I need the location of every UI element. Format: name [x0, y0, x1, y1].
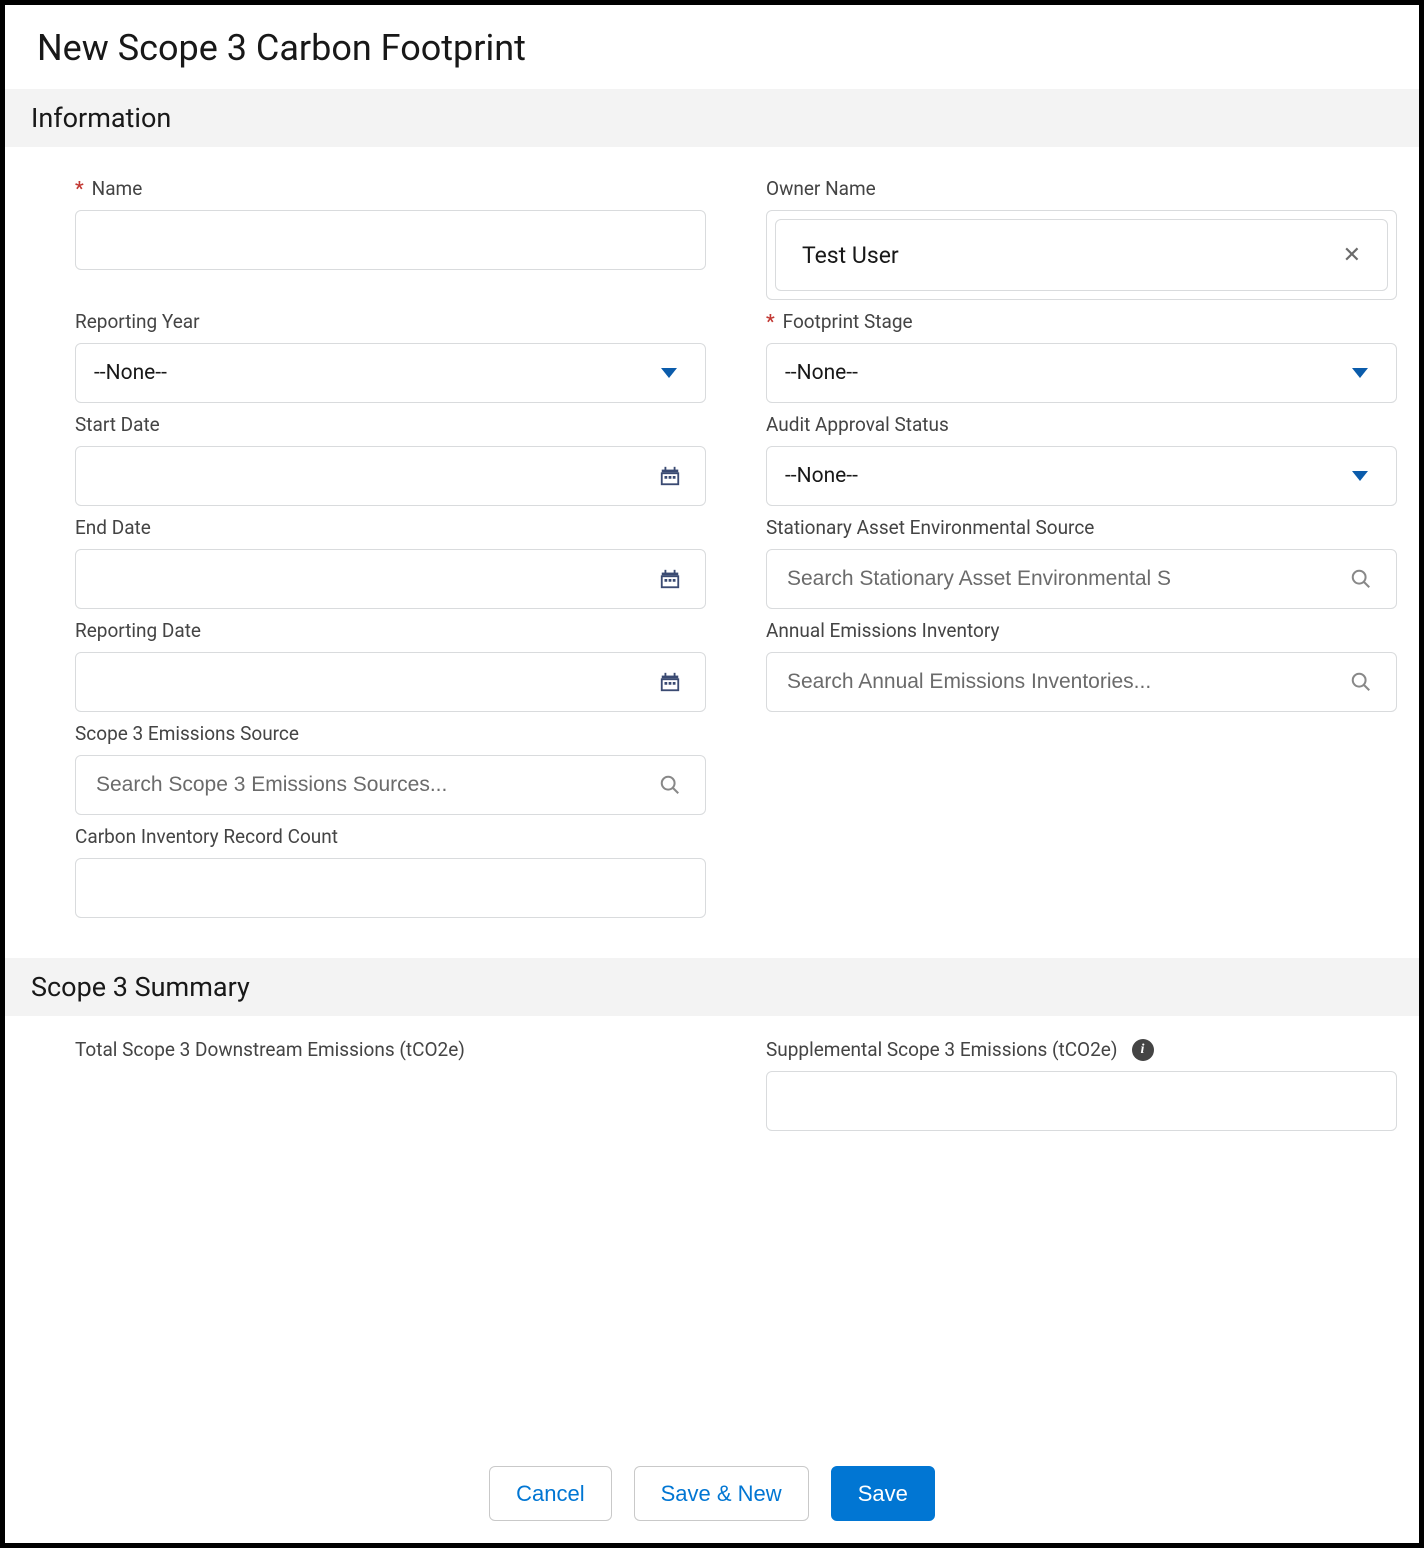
field-supplemental: Supplemental Scope 3 Emissions (tCO2e) i — [766, 1038, 1397, 1131]
audit-approval-select[interactable]: --None-- — [766, 446, 1397, 506]
page-title: New Scope 3 Carbon Footprint — [5, 27, 1419, 89]
field-owner-name: Owner Name Test User ✕ — [766, 177, 1397, 300]
name-input-wrap — [75, 210, 706, 270]
scope3-source-input[interactable] — [94, 772, 687, 798]
owner-name-value: Test User — [802, 242, 899, 269]
footprint-stage-value: --None-- — [785, 361, 858, 385]
annual-inventory-lookup[interactable] — [766, 652, 1397, 712]
summary-form: Total Scope 3 Downstream Emissions (tCO2… — [5, 1016, 1419, 1171]
search-icon[interactable] — [659, 774, 681, 796]
reporting-date-input[interactable] — [75, 652, 706, 712]
owner-name-pill[interactable]: Test User ✕ — [775, 219, 1388, 291]
required-asterisk: * — [75, 177, 84, 200]
section-header-summary: Scope 3 Summary — [5, 958, 1419, 1016]
search-icon[interactable] — [1350, 671, 1372, 693]
section-header-information: Information — [5, 89, 1419, 147]
reporting-date-text[interactable] — [94, 669, 687, 695]
calendar-icon[interactable] — [659, 465, 681, 487]
field-footprint-stage: *Footprint Stage --None-- — [766, 310, 1397, 403]
record-count-input[interactable] — [94, 875, 687, 901]
save-button[interactable]: Save — [831, 1466, 935, 1521]
owner-name-label: Owner Name — [766, 177, 1397, 200]
supplemental-input-wrap — [766, 1071, 1397, 1131]
record-count-input-wrap — [75, 858, 706, 918]
chevron-down-icon — [1352, 471, 1368, 481]
chevron-down-icon — [1352, 368, 1368, 378]
start-date-text[interactable] — [94, 463, 687, 489]
footer-actions: Cancel Save & New Save — [5, 1466, 1419, 1521]
calendar-icon[interactable] — [659, 671, 681, 693]
annual-inventory-input[interactable] — [785, 669, 1378, 695]
supplemental-label: Supplemental Scope 3 Emissions (tCO2e) i — [766, 1038, 1397, 1061]
scope3-source-label: Scope 3 Emissions Source — [75, 722, 706, 745]
end-date-input[interactable] — [75, 549, 706, 609]
calendar-icon[interactable] — [659, 568, 681, 590]
field-record-count: Carbon Inventory Record Count — [75, 825, 706, 918]
total-downstream-label: Total Scope 3 Downstream Emissions (tCO2… — [75, 1038, 706, 1061]
field-stationary-source: Stationary Asset Environmental Source — [766, 516, 1397, 609]
name-input[interactable] — [94, 227, 687, 253]
information-form: *Name Owner Name Test User ✕ Reporting Y… — [5, 147, 1419, 958]
record-count-label: Carbon Inventory Record Count — [75, 825, 706, 848]
chevron-down-icon — [661, 368, 677, 378]
annual-inventory-label: Annual Emissions Inventory — [766, 619, 1397, 642]
info-icon[interactable]: i — [1132, 1039, 1154, 1061]
stationary-source-input[interactable] — [785, 566, 1378, 592]
supplemental-input[interactable] — [785, 1088, 1378, 1114]
save-and-new-button[interactable]: Save & New — [634, 1466, 809, 1521]
field-total-downstream: Total Scope 3 Downstream Emissions (tCO2… — [75, 1038, 706, 1131]
start-date-input[interactable] — [75, 446, 706, 506]
field-start-date: Start Date — [75, 413, 706, 506]
required-asterisk: * — [766, 310, 775, 333]
field-audit-approval: Audit Approval Status --None-- — [766, 413, 1397, 506]
reporting-year-label: Reporting Year — [75, 310, 706, 333]
close-icon[interactable]: ✕ — [1343, 243, 1361, 268]
start-date-label: Start Date — [75, 413, 706, 436]
end-date-label: End Date — [75, 516, 706, 539]
scope3-source-lookup[interactable] — [75, 755, 706, 815]
owner-name-pill-wrap: Test User ✕ — [766, 210, 1397, 300]
field-scope3-source: Scope 3 Emissions Source — [75, 722, 706, 815]
end-date-text[interactable] — [94, 566, 687, 592]
reporting-year-select[interactable]: --None-- — [75, 343, 706, 403]
field-reporting-date: Reporting Date — [75, 619, 706, 712]
footprint-stage-label: *Footprint Stage — [766, 310, 1397, 333]
name-label: *Name — [75, 177, 706, 200]
field-end-date: End Date — [75, 516, 706, 609]
search-icon[interactable] — [1350, 568, 1372, 590]
audit-approval-label: Audit Approval Status — [766, 413, 1397, 436]
audit-approval-value: --None-- — [785, 464, 858, 488]
footprint-stage-select[interactable]: --None-- — [766, 343, 1397, 403]
field-annual-inventory: Annual Emissions Inventory — [766, 619, 1397, 712]
cancel-button[interactable]: Cancel — [489, 1466, 611, 1521]
stationary-source-label: Stationary Asset Environmental Source — [766, 516, 1397, 539]
stationary-source-lookup[interactable] — [766, 549, 1397, 609]
field-name: *Name — [75, 177, 706, 300]
reporting-date-label: Reporting Date — [75, 619, 706, 642]
reporting-year-value: --None-- — [94, 361, 167, 385]
field-reporting-year: Reporting Year --None-- — [75, 310, 706, 403]
